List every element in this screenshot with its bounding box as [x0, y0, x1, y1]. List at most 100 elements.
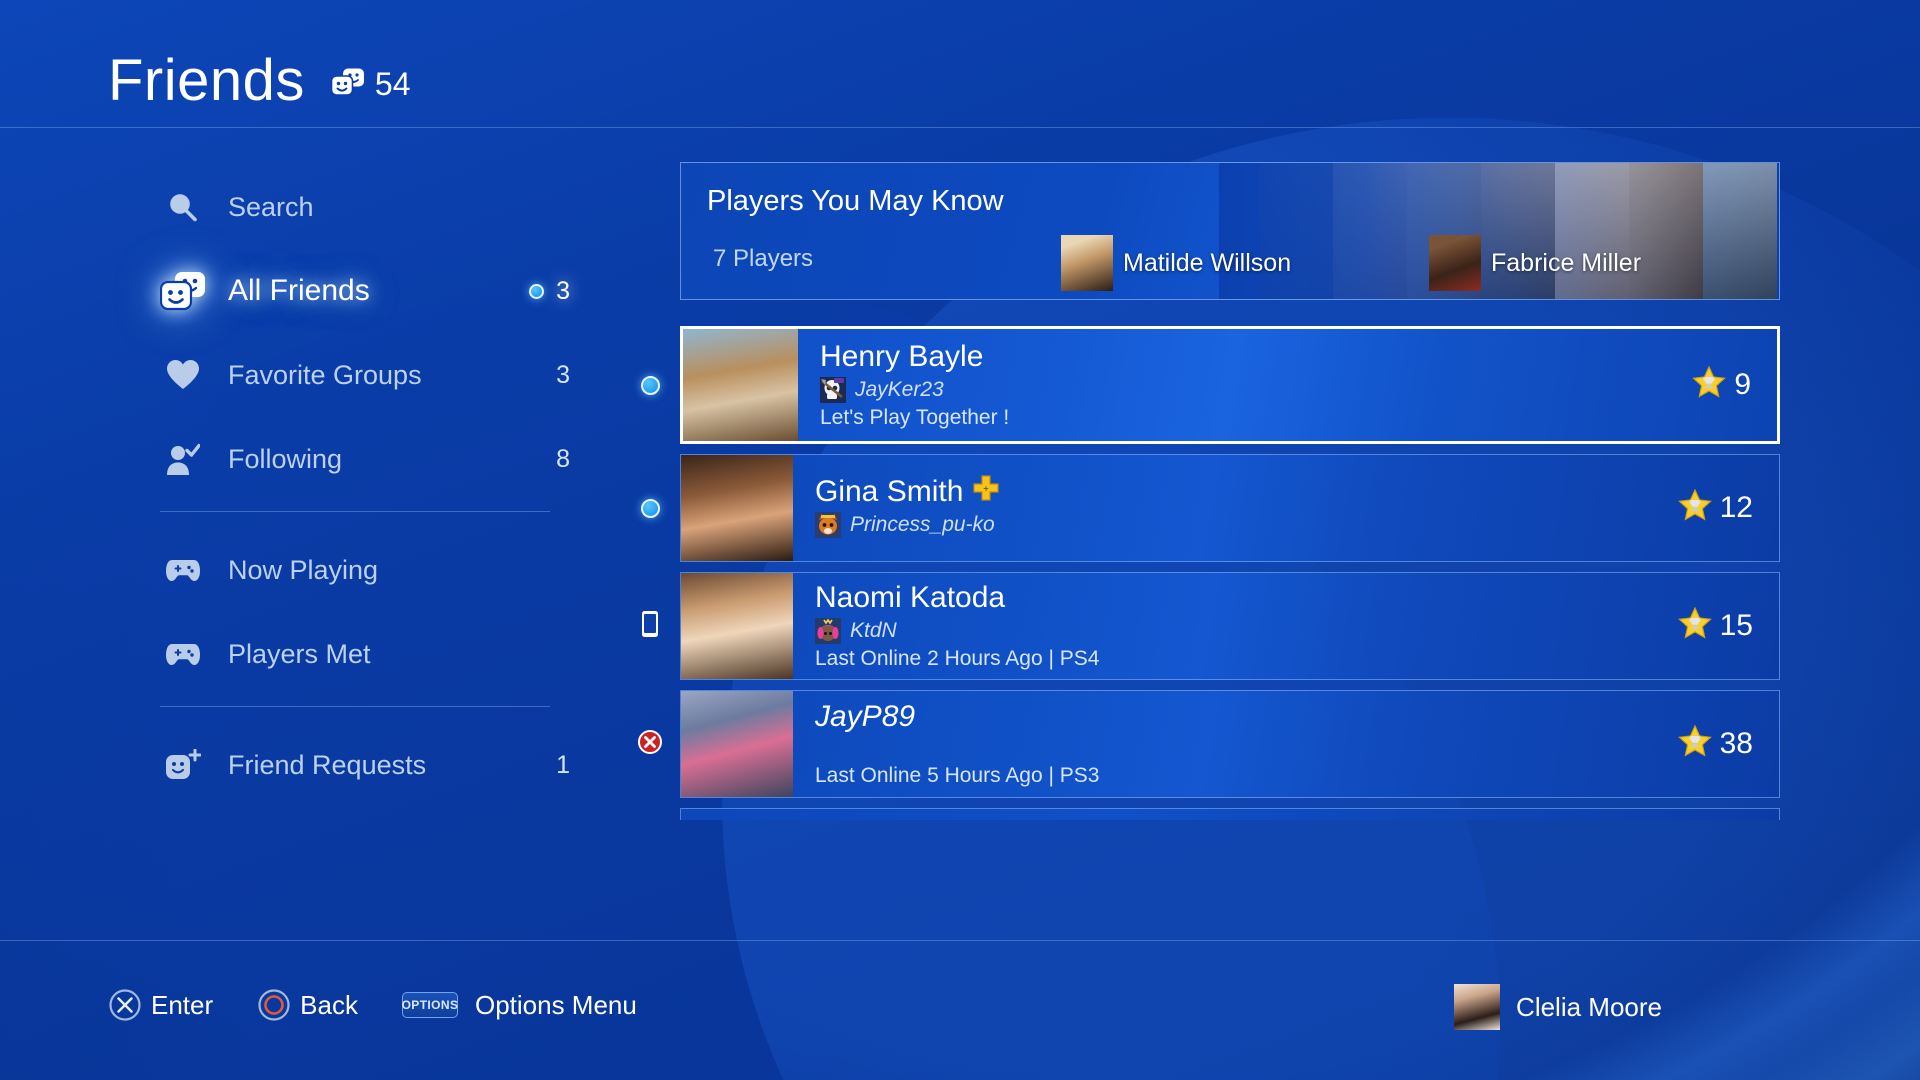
avatar — [683, 329, 798, 441]
hint-options-menu[interactable]: OPTIONS Options Menu — [402, 990, 637, 1021]
online-dot-icon — [640, 498, 660, 518]
hint-label: Back — [300, 989, 358, 1020]
sidebar-item-label: Following — [228, 443, 343, 474]
sidebar-item-search[interactable]: Search — [150, 175, 570, 239]
hint-back[interactable]: Back — [257, 988, 358, 1022]
current-user[interactable]: Clelia Moore — [1454, 984, 1662, 1030]
friends-faces-icon — [330, 68, 365, 101]
friend-online-id: Princess_pu-ko — [850, 512, 995, 536]
pink-hair-avatar-icon — [815, 617, 841, 644]
orange-creature-avatar-icon — [815, 511, 841, 538]
sidebar-item-following[interactable]: Following 8 — [150, 427, 570, 491]
friend-row-wrapper: Henry Bayle JayKer23 Let's Play Together… — [640, 326, 1780, 444]
page-title: Friends — [108, 48, 305, 113]
trophy-level: 9 — [1692, 365, 1777, 404]
footer-bar: Enter Back OPTIONS Options Menu Clelia M… — [0, 940, 1920, 1080]
friend-row[interactable]: Gina Smith + Princess_pu-ko 12 — [680, 454, 1780, 562]
presence-indicator — [635, 610, 665, 643]
next-row-peek[interactable] — [680, 808, 1780, 820]
trophy-level-value: 38 — [1719, 727, 1753, 760]
svg-text:+: + — [984, 484, 989, 494]
sidebar-item-label: Now Playing — [228, 554, 379, 585]
footer-divider — [0, 940, 1920, 941]
avatar — [1454, 984, 1501, 1030]
sidebar-item-meta: 8 — [556, 445, 570, 474]
friend-name-line: Henry Bayle — [820, 340, 1692, 374]
hint-label: Options Menu — [474, 989, 637, 1020]
players-you-may-know-title: Players You May Know — [707, 185, 1004, 217]
sidebar-item-count: 8 — [556, 444, 570, 473]
friend-row[interactable]: Naomi Katoda KtdN Last Online 2 Hours Ag… — [680, 572, 1780, 680]
friend-row[interactable]: Henry Bayle JayKer23 Let's Play Together… — [680, 326, 1780, 444]
trophy-level: 38 — [1677, 724, 1779, 763]
person-add-icon — [160, 749, 206, 781]
hint-label: Enter — [151, 989, 214, 1020]
header-divider — [0, 127, 1920, 128]
friend-name: JayP89 — [815, 700, 916, 734]
heart-icon — [160, 359, 206, 391]
sidebar-item-label: All Friends — [228, 274, 370, 307]
cross-button-icon — [108, 988, 142, 1022]
online-id-line: JayKer23 — [820, 376, 1692, 403]
sidebar-item-now-playing[interactable]: Now Playing — [150, 538, 570, 602]
friends-count-group: 54 — [330, 66, 411, 103]
friend-row-wrapper: Gina Smith + Princess_pu-ko 12 — [640, 454, 1780, 562]
players-you-may-know-panel[interactable]: Players You May Know 7 Players Matilde W… — [680, 162, 1780, 300]
friend-name: Gina Smith — [815, 475, 964, 509]
page-header: Friends 54 — [0, 0, 1920, 128]
sidebar-divider-1 — [160, 511, 550, 512]
friend-name-line: Gina Smith + — [815, 475, 1678, 509]
trophy-star-icon — [1692, 365, 1727, 404]
sidebar-item-label: Players Met — [228, 638, 371, 669]
friends-screen: Friends 54 Search All Friends 3 Favorite… — [0, 0, 1920, 1080]
current-user-name: Clelia Moore — [1516, 991, 1662, 1022]
friends-total-count: 54 — [374, 66, 411, 102]
friend-row[interactable]: JayP89 Last Online 5 Hours Ago | PS3 38 — [680, 690, 1780, 798]
sidebar-item-count: 1 — [556, 750, 570, 779]
mobile-device-icon — [641, 610, 659, 643]
sidebar-item-friend-requests[interactable]: Friend Requests 1 — [150, 733, 570, 797]
friend-name: Henry Bayle — [820, 340, 984, 374]
sidebar-item-label: Search — [228, 191, 314, 222]
suggested-player-name: Matilde Willson — [1123, 248, 1292, 277]
presence-indicator — [635, 493, 665, 523]
friend-name-line: JayP89 — [815, 700, 1678, 734]
avatar — [1061, 235, 1113, 291]
trophy-level: 12 — [1677, 488, 1779, 527]
friend-status: Let's Play Together ! — [820, 405, 1010, 429]
red-x-circle-icon — [637, 729, 663, 760]
friend-row-wrapper: Naomi Katoda KtdN Last Online 2 Hours Ag… — [642, 572, 1780, 680]
sidebar-item-players-met[interactable]: Players Met — [150, 622, 570, 686]
trophy-star-icon — [1677, 488, 1712, 527]
sidebar-item-meta: 3 — [556, 361, 570, 390]
suggested-player-name: Fabrice Miller — [1491, 248, 1642, 277]
friends-faces-icon — [160, 271, 206, 311]
sidebar-item-count: 3 — [556, 360, 570, 389]
trophy-level-value: 15 — [1719, 609, 1753, 642]
friend-info: JayP89 Last Online 5 Hours Ago | PS3 — [793, 691, 1678, 797]
gamepad-icon — [160, 558, 206, 582]
friend-online-id: JayKer23 — [855, 377, 944, 401]
online-id-line: KtdN — [815, 617, 1678, 644]
friend-online-id: KtdN — [850, 618, 897, 642]
trophy-level: 15 — [1677, 606, 1779, 645]
trophy-star-icon — [1677, 606, 1712, 645]
gamepad-icon — [160, 642, 206, 666]
sidebar-item-meta: 1 — [556, 751, 570, 780]
avatar — [681, 573, 793, 679]
suggested-player[interactable]: Matilde Willson — [1061, 235, 1291, 291]
friend-name-line: Naomi Katoda — [815, 581, 1678, 615]
sidebar-item-favorite-groups[interactable]: Favorite Groups 3 — [150, 343, 570, 407]
ps-plus-badge-icon: + — [973, 475, 999, 509]
sidebar-nav: Search All Friends 3 Favorite Groups 3 F… — [150, 175, 570, 817]
sidebar-divider-2 — [160, 706, 550, 707]
players-count-label: 7 Players — [713, 245, 814, 272]
sidebar-item-all-friends[interactable]: All Friends 3 — [150, 259, 570, 323]
sidebar-item-count: 3 — [556, 276, 570, 305]
friend-list: Henry Bayle JayKer23 Let's Play Together… — [638, 326, 1780, 820]
hint-enter[interactable]: Enter — [108, 988, 213, 1022]
friend-row-wrapper: JayP89 Last Online 5 Hours Ago | PS3 38 — [638, 690, 1780, 798]
search-icon — [160, 191, 206, 223]
friend-info: Gina Smith + Princess_pu-ko — [793, 455, 1678, 561]
suggested-player[interactable]: Fabrice Miller — [1429, 235, 1641, 291]
